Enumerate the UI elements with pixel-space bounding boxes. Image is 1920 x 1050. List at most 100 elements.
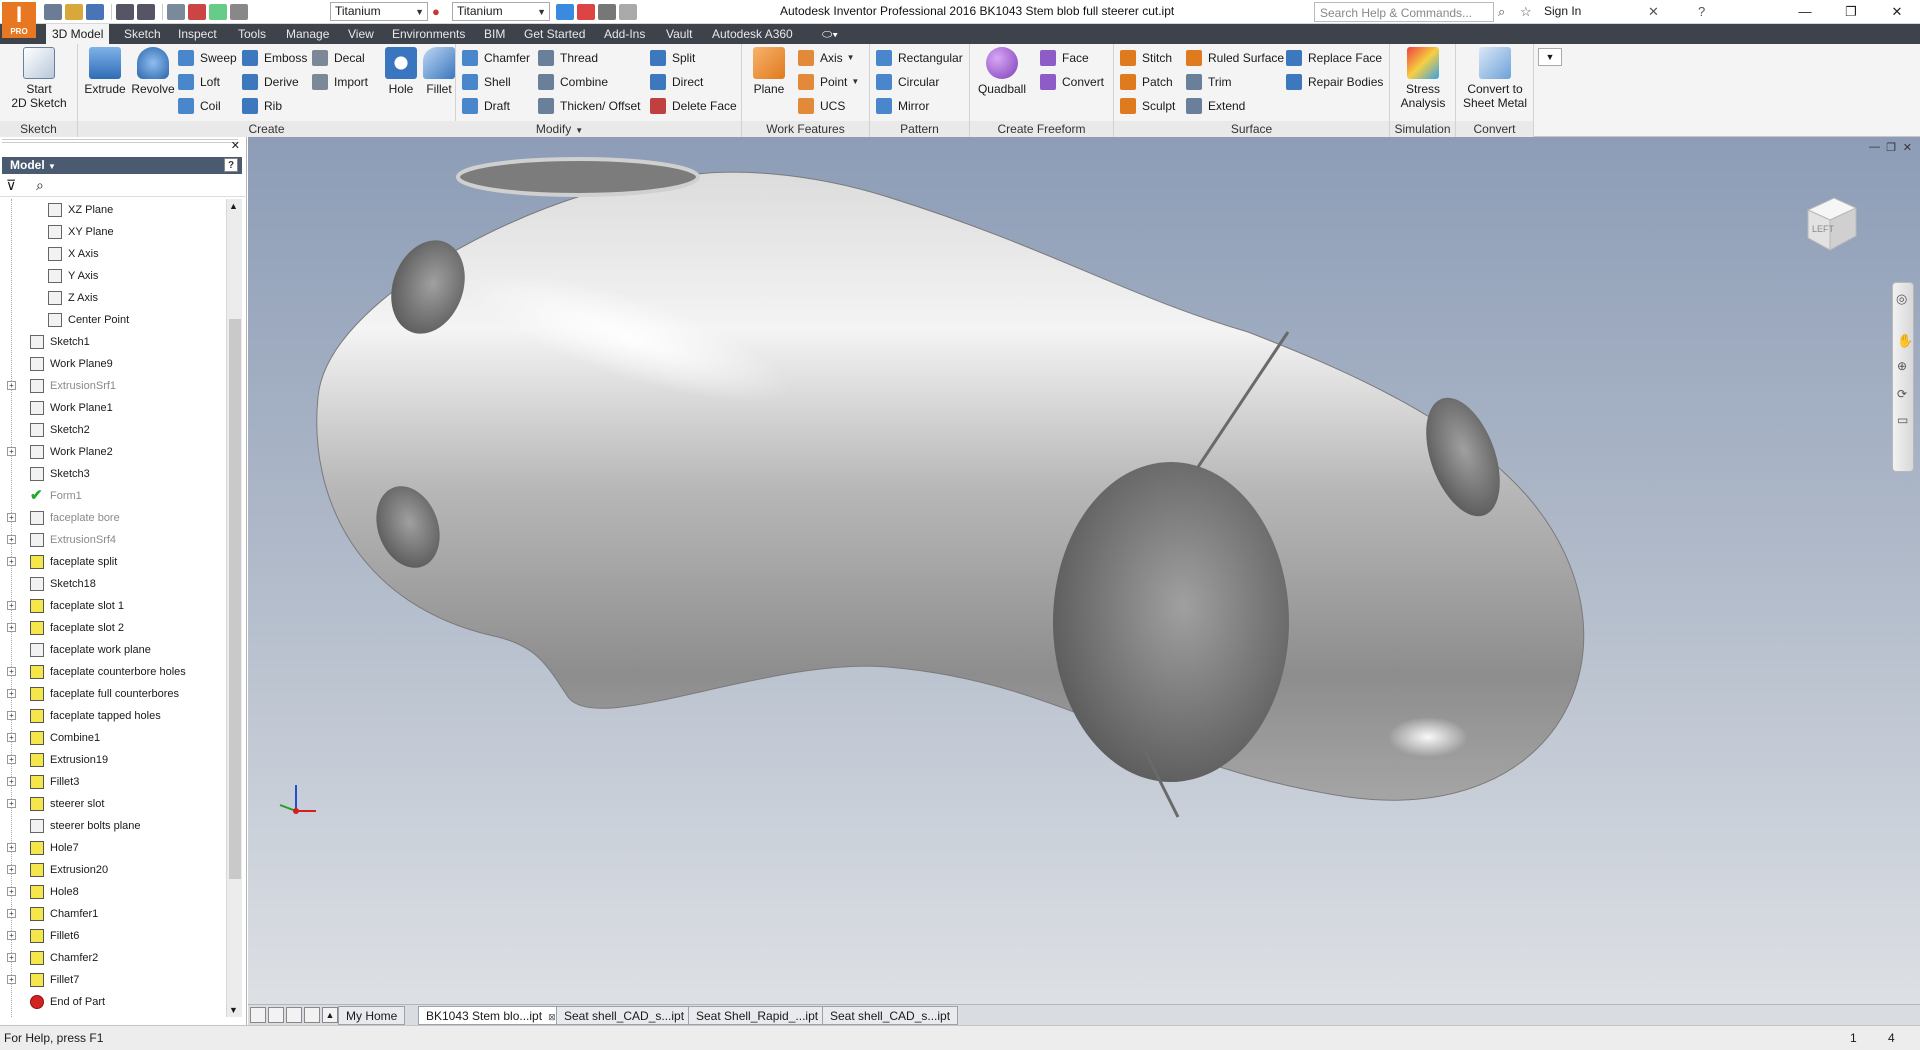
close-button[interactable]: ✕ — [1874, 0, 1920, 24]
search-help-input[interactable]: Search Help & Commands... — [1314, 2, 1494, 22]
expand-icon[interactable]: + — [7, 557, 16, 566]
expand-icon[interactable]: + — [7, 667, 16, 676]
expand-icon[interactable]: + — [7, 689, 16, 698]
browser-node[interactable]: + faceplate bore — [0, 507, 226, 529]
extrude-button[interactable]: Extrude — [82, 47, 128, 96]
browser-node[interactable]: XY Plane — [0, 221, 226, 243]
graphics-viewport[interactable]: — ❐ ✕ LEFT ◎ ✋ ⊕ ⟳ ▭ — [248, 137, 1920, 1025]
binoculars-icon[interactable]: ⌕ — [36, 177, 44, 194]
expand-icon[interactable]: + — [7, 953, 16, 962]
tab-add-ins[interactable]: Add-Ins — [598, 24, 651, 44]
undo-icon[interactable] — [116, 4, 134, 20]
ucs-button[interactable]: UCS — [798, 96, 845, 116]
browser-node[interactable]: + faceplate slot 2 — [0, 617, 226, 639]
tile-horizontal-icon[interactable] — [250, 1007, 266, 1023]
browser-node[interactable]: + steerer slot — [0, 793, 226, 815]
star-icon[interactable]: ☆ — [1520, 4, 1532, 20]
combine-button[interactable]: Combine — [538, 72, 608, 92]
filter-icon[interactable]: ⊽ — [6, 177, 16, 194]
derive-button[interactable]: Derive — [242, 72, 299, 92]
browser-node[interactable]: + Fillet6 — [0, 925, 226, 947]
browser-node[interactable]: + Hole7 — [0, 837, 226, 859]
rectangular-pattern-button[interactable]: Rectangular — [876, 48, 963, 68]
restore-button[interactable]: ❐ — [1828, 0, 1874, 24]
help-icon[interactable]: ? — [1698, 4, 1705, 19]
stress-analysis-button[interactable]: Stress Analysis — [1392, 47, 1454, 110]
browser-node[interactable]: + faceplate counterbore holes — [0, 661, 226, 683]
tile-vertical-icon[interactable] — [268, 1007, 284, 1023]
orbit-icon[interactable]: ⟳ — [1897, 387, 1907, 401]
browser-node[interactable]: + faceplate slot 1 — [0, 595, 226, 617]
patch-button[interactable]: Patch — [1120, 72, 1173, 92]
update-icon[interactable] — [209, 4, 227, 20]
tab-inspect[interactable]: Inspect — [172, 24, 223, 44]
delete-face-button[interactable]: Delete Face — [650, 96, 737, 116]
browser-node[interactable]: + Extrusion19 — [0, 749, 226, 771]
chevron-up-icon[interactable]: ▲ — [322, 1007, 338, 1023]
arrange-icon[interactable] — [304, 1007, 320, 1023]
browser-header[interactable]: Model ▼ ? — [2, 157, 242, 174]
home-icon[interactable] — [167, 4, 185, 20]
fx-parameters-icon[interactable] — [598, 4, 616, 20]
tab-3d-model[interactable]: 3D Model — [46, 24, 110, 44]
tab-environments[interactable]: Environments — [386, 24, 471, 44]
browser-node[interactable]: XZ Plane — [0, 199, 226, 221]
browser-node[interactable]: X Axis — [0, 243, 226, 265]
expand-icon[interactable]: + — [7, 843, 16, 852]
browser-node[interactable]: Y Axis — [0, 265, 226, 287]
browser-node[interactable]: Sketch1 — [0, 331, 226, 353]
new-file-icon[interactable] — [44, 4, 62, 20]
scrollbar-thumb[interactable] — [229, 319, 241, 879]
exchange-icon[interactable]: ✕ — [1648, 4, 1659, 20]
fillet-button[interactable]: Fillet — [420, 47, 458, 96]
select-icon[interactable] — [230, 4, 248, 20]
tab-get-started[interactable]: Get Started — [518, 24, 591, 44]
browser-node[interactable]: Sketch2 — [0, 419, 226, 441]
tab-sketch[interactable]: Sketch — [118, 24, 167, 44]
chamfer-button[interactable]: Chamfer — [462, 48, 530, 68]
stitch-button[interactable]: Stitch — [1120, 48, 1172, 68]
expand-icon[interactable]: + — [7, 381, 16, 390]
face-button[interactable]: Face — [1040, 48, 1089, 68]
browser-node[interactable]: Z Axis — [0, 287, 226, 309]
return-icon[interactable] — [188, 4, 206, 20]
browser-node[interactable]: + Combine1 — [0, 727, 226, 749]
look-at-icon[interactable]: ▭ — [1897, 413, 1908, 427]
tab-vault[interactable]: Vault — [660, 24, 698, 44]
binoculars-icon[interactable]: ⌕ — [1498, 4, 1505, 20]
sign-in-link[interactable]: Sign In — [1544, 4, 1581, 18]
viewcube[interactable]: LEFT — [1798, 192, 1860, 254]
expand-icon[interactable]: + — [7, 711, 16, 720]
browser-node[interactable]: Center Point — [0, 309, 226, 331]
help-icon[interactable]: ? — [224, 158, 238, 172]
steering-wheel-icon[interactable]: ◎ — [1896, 291, 1907, 307]
loft-button[interactable]: Loft — [178, 72, 220, 92]
browser-node[interactable]: + Fillet3 — [0, 771, 226, 793]
clear-appearance-icon[interactable] — [577, 4, 595, 20]
repair-bodies-button[interactable]: Repair Bodies — [1286, 72, 1383, 92]
shell-button[interactable]: Shell — [462, 72, 511, 92]
browser-node[interactable]: + Work Plane2 — [0, 441, 226, 463]
decal-button[interactable]: Decal — [312, 48, 365, 68]
browser-node[interactable]: + Hole8 — [0, 881, 226, 903]
browser-node[interactable]: + ExtrusionSrf4 — [0, 529, 226, 551]
import-button[interactable]: Import — [312, 72, 368, 92]
ruled-surface-button[interactable]: Ruled Surface — [1186, 48, 1284, 68]
browser-node[interactable]: Sketch18 — [0, 573, 226, 595]
browser-node[interactable]: + Extrusion20 — [0, 859, 226, 881]
expand-icon[interactable]: + — [7, 975, 16, 984]
circular-pattern-button[interactable]: Circular — [876, 72, 939, 92]
doc-tab-seat-shell-cad-1[interactable]: Seat shell_CAD_s...ipt — [556, 1006, 693, 1025]
rib-button[interactable]: Rib — [242, 96, 282, 116]
scroll-down-icon[interactable]: ▼ — [229, 1005, 238, 1015]
replace-face-button[interactable]: Replace Face — [1286, 48, 1382, 68]
trim-button[interactable]: Trim — [1186, 72, 1232, 92]
quadball-button[interactable]: Quadball — [974, 47, 1030, 96]
adjust-icon[interactable] — [556, 4, 574, 20]
axis-button[interactable]: Axis ▼ — [798, 48, 855, 68]
browser-node[interactable]: + Chamfer1 — [0, 903, 226, 925]
tab-autodesk-a360[interactable]: Autodesk A360 — [706, 24, 799, 44]
expand-icon[interactable]: + — [7, 623, 16, 632]
browser-grip[interactable] — [2, 139, 238, 143]
cascade-icon[interactable] — [286, 1007, 302, 1023]
